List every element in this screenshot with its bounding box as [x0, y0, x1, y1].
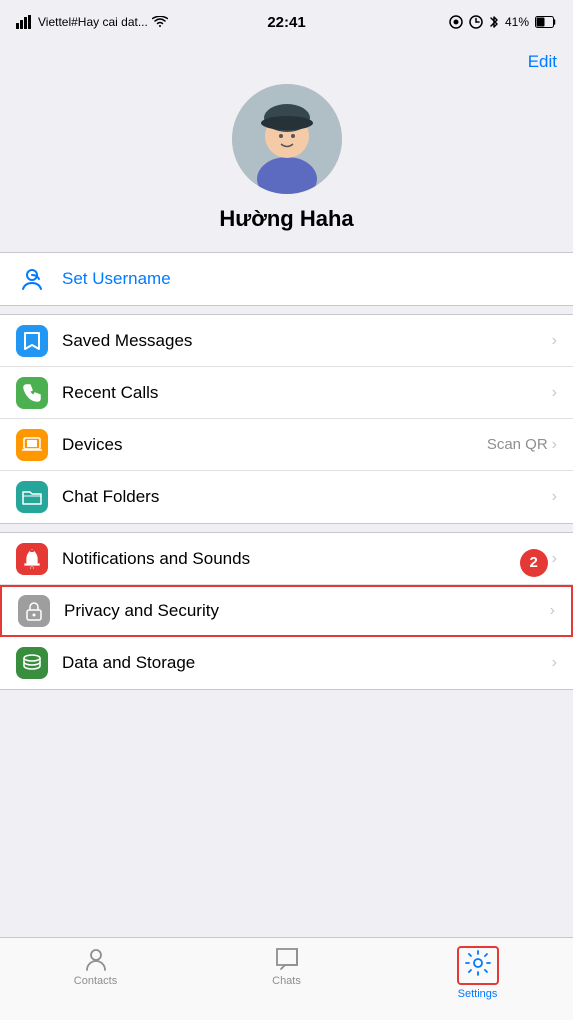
chevron-icon: ›: [552, 384, 557, 402]
data-storage-item[interactable]: Data and Storage ›: [0, 637, 573, 689]
saved-messages-item[interactable]: Saved Messages ›: [0, 315, 573, 367]
chevron-icon: ›: [552, 550, 557, 568]
notifications-label: Notifications and Sounds: [62, 549, 534, 569]
page-header: Edit: [0, 44, 573, 84]
devices-label: Devices: [62, 435, 487, 455]
notifications-icon: [16, 543, 48, 575]
time-label: 22:41: [267, 14, 305, 31]
database-icon: [22, 653, 42, 673]
chevron-icon: ›: [552, 654, 557, 672]
status-bar: Viettel#Hay cai dat... 22:41 41%: [0, 0, 573, 44]
battery-label: 41%: [505, 15, 529, 29]
recent-calls-label: Recent Calls: [62, 383, 552, 403]
username-section: Set Username: [0, 252, 573, 306]
privacy-security-item[interactable]: Privacy and Security ›: [0, 585, 573, 637]
bluetooth-icon: [489, 15, 499, 29]
chevron-icon: ›: [552, 436, 557, 454]
settings-tab-highlight: [457, 946, 499, 985]
wifi-icon: [152, 16, 168, 28]
laptop-icon: [22, 437, 42, 453]
devices-item[interactable]: Devices Scan QR ›: [0, 419, 573, 471]
lock-icon: [26, 601, 42, 621]
clock-icon: [469, 15, 483, 29]
data-storage-label: Data and Storage: [62, 653, 552, 673]
tab-settings[interactable]: Settings: [382, 946, 573, 1000]
chat-folders-item[interactable]: Chat Folders ›: [0, 471, 573, 523]
devices-icon: [16, 429, 48, 461]
username-icon: [16, 263, 48, 295]
tab-contacts[interactable]: Contacts: [0, 946, 191, 987]
contacts-tab-icon: [83, 946, 109, 972]
chevron-icon: ›: [552, 488, 557, 506]
recent-calls-item[interactable]: Recent Calls ›: [0, 367, 573, 419]
bookmark-icon: [23, 331, 41, 351]
set-username-item[interactable]: Set Username: [0, 253, 573, 305]
tab-bar: Contacts Chats Settings: [0, 937, 573, 1020]
at-person-icon: [18, 265, 46, 293]
menu-section-1: Saved Messages › Recent Calls › Devi: [0, 314, 573, 524]
saved-messages-icon: [16, 325, 48, 357]
at-icon: [449, 15, 463, 29]
signal-icon: [16, 15, 34, 29]
contacts-tab-label: Contacts: [74, 975, 117, 987]
carrier-label: Viettel#Hay cai dat...: [38, 15, 148, 29]
saved-messages-label: Saved Messages: [62, 331, 552, 351]
settings-tab-icon: [465, 950, 491, 976]
profile-section: Hường Haha: [0, 84, 573, 252]
settings-tab-label: Settings: [458, 988, 498, 1000]
tab-chats[interactable]: Chats: [191, 946, 382, 987]
chevron-icon: ›: [552, 332, 557, 350]
battery-icon: [535, 16, 557, 28]
recent-calls-icon: [16, 377, 48, 409]
phone-icon: [23, 384, 41, 402]
set-username-label: Set Username: [62, 269, 557, 289]
status-left: Viettel#Hay cai dat...: [16, 15, 168, 29]
privacy-security-label: Privacy and Security: [64, 601, 550, 621]
bell-icon: [23, 549, 41, 569]
data-storage-icon: [16, 647, 48, 679]
chats-tab-icon: [274, 946, 300, 972]
status-right: 41%: [449, 15, 557, 29]
chat-folders-label: Chat Folders: [62, 487, 552, 507]
chat-folders-icon: [16, 481, 48, 513]
edit-button[interactable]: Edit: [528, 52, 557, 71]
chats-tab-label: Chats: [272, 975, 301, 987]
folder-icon: [22, 489, 42, 505]
menu-section-2: Notifications and Sounds 2 › Privacy and…: [0, 532, 573, 690]
notification-badge: 2: [520, 549, 548, 577]
avatar[interactable]: [232, 84, 342, 194]
chevron-icon: ›: [550, 602, 555, 620]
profile-name: Hường Haha: [219, 206, 353, 232]
notifications-item[interactable]: Notifications and Sounds 2 ›: [0, 533, 573, 585]
privacy-security-icon: [18, 595, 50, 627]
devices-sublabel: Scan QR: [487, 436, 548, 453]
